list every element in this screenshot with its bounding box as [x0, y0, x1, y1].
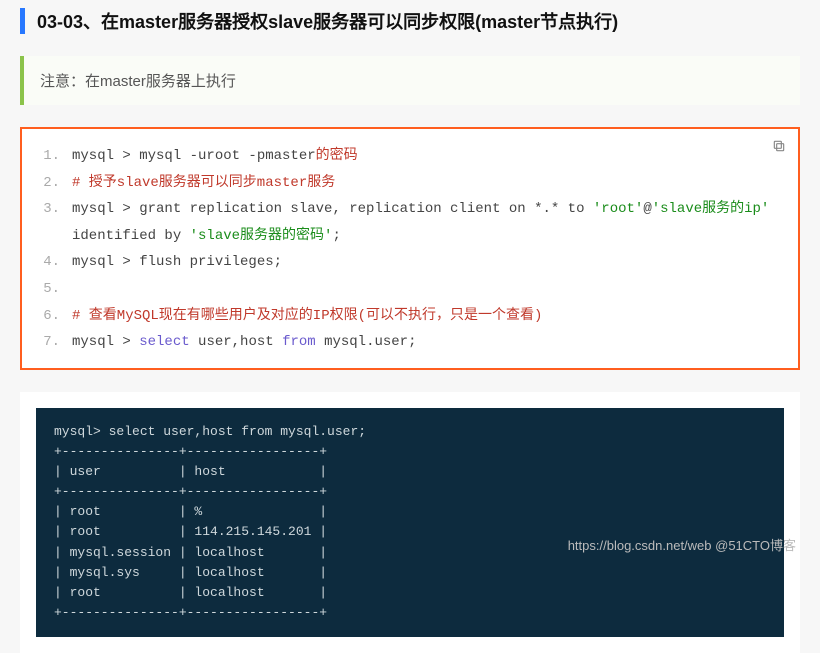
- code-content: # 授予slave服务器可以同步master服务: [72, 170, 784, 197]
- line-number: 1.: [36, 143, 60, 170]
- line-number: 2.: [36, 170, 60, 197]
- line-number: 3.: [36, 196, 60, 249]
- code-content: mysql > select user,host from mysql.user…: [72, 329, 784, 356]
- code-block: 1. mysql > mysql -uroot -pmaster的密码 2. # 授予…: [20, 127, 800, 370]
- code-line: 6. # 查看MySQL现在有哪些用户及对应的IP权限(可以不执行，只是一个查看): [36, 303, 784, 330]
- line-number: 5.: [36, 276, 60, 303]
- code-line: 4. mysql > flush privileges;: [36, 249, 784, 276]
- code-line: 5.: [36, 276, 784, 303]
- line-number: 6.: [36, 303, 60, 330]
- copy-icon[interactable]: [772, 139, 786, 153]
- code-content: # 查看MySQL现在有哪些用户及对应的IP权限(可以不执行，只是一个查看): [72, 303, 784, 330]
- code-line: 1. mysql > mysql -uroot -pmaster的密码: [36, 143, 784, 170]
- terminal-output: mysql> select user,host from mysql.user;…: [36, 408, 784, 637]
- line-number: 7.: [36, 329, 60, 356]
- code-line: 2. # 授予slave服务器可以同步master服务: [36, 170, 784, 197]
- note-box: 注意：在master服务器上执行: [20, 56, 800, 105]
- code-content: mysql > mysql -uroot -pmaster的密码: [72, 143, 784, 170]
- page-title: 03-03、在master服务器授权slave服务器可以同步权限(master节…: [20, 8, 800, 34]
- code-content: mysql > flush privileges;: [72, 249, 784, 276]
- code-line: 3.mysql > grant replication slave, repli…: [36, 196, 784, 249]
- note-text: 注意：在master服务器上执行: [40, 73, 236, 90]
- code-content: [72, 276, 784, 303]
- code-content: mysql > grant replication slave, replica…: [72, 196, 784, 249]
- line-number: 4.: [36, 249, 60, 276]
- watermark-text: https://blog.csdn.net/web @51CTO博客: [568, 535, 796, 554]
- code-line: 7. mysql > select user,host from mysql.us…: [36, 329, 784, 356]
- terminal-output-wrapper: mysql> select user,host from mysql.user;…: [20, 392, 800, 653]
